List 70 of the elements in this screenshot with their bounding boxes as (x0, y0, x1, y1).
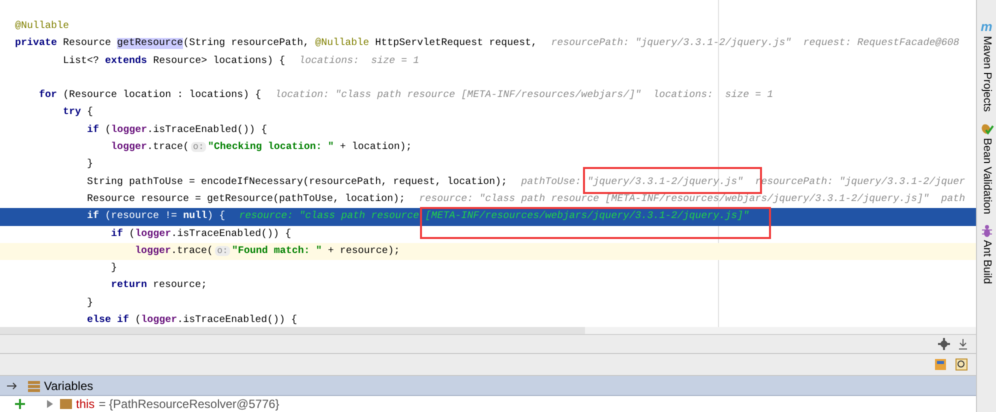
keyword: null (183, 211, 208, 222)
code-text: } (87, 298, 94, 309)
maven-icon: m (980, 20, 992, 34)
variable-name: this (76, 396, 95, 412)
download-icon[interactable] (958, 338, 968, 350)
annotation: @Nullable (315, 38, 370, 50)
frames-icon[interactable] (934, 358, 947, 372)
keyword: try (63, 107, 82, 118)
panel-title: Variables (44, 378, 94, 395)
code-text: { (87, 107, 94, 118)
code-text: String pathToUse = encodeIfNecessary(resourcePath, request, location); (87, 176, 508, 188)
object-icon (60, 399, 72, 409)
code-text: Resource resource = getResource(pathToUse, location); (87, 194, 406, 205)
keyword: if (87, 211, 100, 222)
parameter-hint: o: (191, 142, 206, 152)
code-editor[interactable] (0, 0, 976, 327)
code-text: (Resource location : locations) { (63, 90, 262, 102)
code-text: ( (135, 315, 142, 326)
string-literal: "Found match: " (232, 246, 322, 257)
code-text: + resource); (328, 246, 400, 257)
code-text: .isTraceEnabled()) { (177, 315, 298, 326)
tool-window-tab[interactable]: Ant Build (978, 224, 995, 284)
keyword: if (87, 124, 100, 136)
keyword: for (39, 90, 58, 102)
code-text: ( (105, 124, 112, 136)
annotation: @Nullable (15, 21, 70, 32)
parameter-hint: o: (215, 246, 230, 256)
code-text: Resource (63, 38, 112, 50)
variable-value: = {PathResourceResolver@5776} (98, 396, 280, 412)
tool-window-tab[interactable]: Bean Validation (978, 122, 995, 214)
code-text: .isTraceEnabled()) { (171, 228, 292, 240)
inline-value-hint: resourcePath: "jquery/3.3.1-2/jquery.js" request: RequestFacade@608 (551, 38, 960, 50)
watch-icon[interactable] (955, 358, 968, 372)
inline-value-hint: locations: size = 1 (299, 56, 420, 67)
code-text: } (111, 263, 118, 274)
field-name: logger (135, 246, 172, 257)
code-text: .trace( (171, 246, 214, 257)
bean-check-icon (980, 122, 994, 136)
keyword: private (15, 38, 58, 50)
field-name: logger (135, 228, 172, 240)
keyword: else if (87, 315, 130, 326)
code-text: + location); (340, 142, 412, 154)
keyword: if (111, 228, 124, 240)
inline-value-hint: resource: "class path resource [META-INF/resources/webjars/jquery/3.3.1-2/jquery.js]" (239, 211, 750, 222)
inline-value-hint: location: "class path resource [META-INF/resources/webjars/]" locations: size = 1 (275, 90, 774, 102)
code-text: .trace( (147, 142, 190, 154)
arrow-icon[interactable] (6, 380, 18, 391)
code-text: (resource != (105, 211, 178, 222)
code-text: } (87, 159, 94, 170)
code-text: ) { (207, 211, 226, 222)
code-text: List<? (63, 56, 100, 67)
expand-arrow-icon[interactable] (46, 400, 54, 408)
inline-value-hint: resource: "class path resource [META-INF/resources/webjars/jquery/3.3.1-2/jquery.js]" path (419, 194, 966, 205)
keyword: return (111, 280, 148, 292)
tool-window-tab[interactable]: m Maven Projects (978, 20, 995, 112)
field-name: logger (111, 142, 148, 154)
code-text: resource; (153, 280, 208, 292)
code-text: (String resourcePath, (183, 38, 310, 50)
field-name: logger (141, 315, 178, 326)
code-text: .isTraceEnabled()) { (147, 124, 268, 136)
code-text: HttpServletRequest request, (375, 38, 538, 50)
settings-icon[interactable] (938, 338, 950, 350)
keyword: extends (105, 56, 148, 67)
field-name: logger (111, 124, 148, 136)
code-text: Resource> locations) { (153, 56, 286, 67)
code-text: ( (129, 228, 136, 240)
list-icon (28, 380, 40, 392)
ant-icon (980, 224, 992, 238)
string-literal: "Checking location: " (208, 142, 334, 154)
highlighted-method-name: getResource (117, 38, 184, 50)
